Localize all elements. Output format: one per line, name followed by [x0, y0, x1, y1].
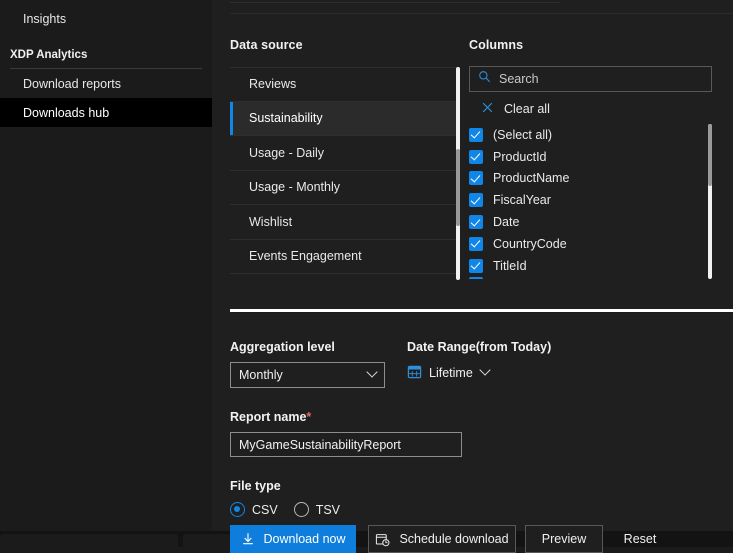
data-source-item-label: Usage - Monthly [249, 180, 341, 195]
data-source-item[interactable]: Usage - Monthly [230, 171, 460, 205]
columns-title: Columns [469, 38, 524, 52]
file-type-group: File type CSV TSV [230, 479, 730, 517]
checkbox-checked-icon[interactable] [469, 127, 483, 142]
data-source-item[interactable]: Wishlist [230, 205, 460, 240]
checkbox-checked-icon[interactable] [469, 149, 483, 164]
reset-label: Reset [623, 532, 657, 546]
clear-all-button[interactable]: Clear all [469, 99, 601, 119]
sidebar-section-xdp-analytics: XDP Analytics [0, 42, 212, 68]
column-checkbox-row[interactable]: ProductName [469, 168, 712, 190]
report-name-value: MyGameSustainabilityReport [239, 437, 401, 452]
checkbox-checked-icon[interactable] [469, 276, 483, 279]
aggregation-level-label: Aggregation level [230, 340, 335, 354]
calendar-icon [407, 364, 422, 382]
checkbox-checked-icon[interactable] [469, 215, 483, 230]
action-button-bar: Download now Schedule download Preview R… [230, 525, 671, 553]
sidebar-item-label: Downloads hub [23, 105, 110, 120]
data-source-title: Data source [230, 38, 303, 52]
data-source-item[interactable]: Events Engagement [230, 240, 460, 274]
sidebar-item-download-reports[interactable]: Download reports [0, 69, 212, 98]
sidebar-item-insights[interactable]: Insights [0, 4, 212, 33]
column-label: TitleId [493, 258, 527, 273]
data-source-scrollbar-thumb[interactable] [456, 149, 460, 226]
report-name-group: Report name* MyGameSustainabilityReport [230, 410, 730, 457]
checkbox-checked-icon[interactable] [469, 193, 483, 208]
column-checkbox-row[interactable]: CountryCode [469, 233, 712, 255]
column-label: FiscalYear [493, 193, 551, 208]
aggregation-level-select[interactable]: Monthly [230, 362, 385, 388]
file-type-label-csv: CSV [252, 502, 278, 517]
aggregation-level-value: Monthly [239, 368, 283, 382]
checkbox-checked-icon[interactable] [469, 258, 483, 273]
calendar-clock-icon [375, 532, 390, 547]
column-checkbox-row[interactable]: (Select all) [469, 124, 712, 146]
column-checkbox-row[interactable]: Date [469, 211, 712, 233]
column-label: CountryCode [493, 236, 567, 251]
sidebar: Insights XDP Analytics Download reports … [0, 0, 212, 531]
report-name-input[interactable]: MyGameSustainabilityReport [230, 432, 462, 457]
search-icon [478, 70, 491, 88]
column-checkbox-row[interactable]: TitleId [469, 255, 712, 277]
close-x-icon [481, 101, 494, 117]
data-source-item-label: Wishlist [249, 214, 293, 229]
preview-button[interactable]: Preview [525, 525, 603, 553]
chevron-down-icon [479, 364, 491, 376]
download-now-label: Download now [263, 532, 346, 546]
schedule-download-label: Schedule download [399, 532, 509, 546]
data-source-item-label: Reviews [249, 77, 297, 92]
preview-label: Preview [541, 532, 587, 546]
data-source-item[interactable]: Reviews [230, 67, 460, 102]
main-panel: Data source Reviews Sustainability Usage… [212, 0, 733, 531]
reset-button[interactable]: Reset [609, 525, 671, 553]
columns-list: (Select all) ProductId ProductName Fisca… [469, 124, 712, 279]
data-source-item-label: Events Engagement [249, 249, 362, 264]
sidebar-section-label: XDP Analytics [10, 49, 88, 61]
column-label: (Select all) [493, 127, 553, 142]
file-type-label-tsv: TSV [315, 502, 341, 517]
sidebar-item-label: Insights [23, 11, 67, 26]
columns-scrollbar-thumb[interactable] [708, 124, 712, 186]
column-label: Date [493, 215, 520, 230]
column-checkbox-row[interactable]: FiscalYear [469, 189, 712, 211]
data-source-item[interactable]: Usage - Daily [230, 136, 460, 171]
file-type-radio-csv[interactable]: CSV [230, 502, 278, 517]
columns-search-placeholder: Search [499, 72, 539, 86]
report-name-label-text: Report name [230, 410, 307, 424]
top-divider-2 [230, 13, 733, 14]
column-label: ProductName [493, 171, 570, 186]
top-divider-1 [230, 2, 560, 3]
download-icon [241, 532, 255, 546]
data-source-section: Data source Reviews Sustainability Usage… [230, 38, 460, 280]
chevron-down-icon [366, 366, 378, 378]
checkbox-checked-icon[interactable] [469, 171, 483, 186]
radio-selected-icon[interactable] [230, 502, 245, 517]
report-name-label: Report name* [230, 410, 730, 424]
column-label: ProductId [493, 149, 547, 164]
checkbox-checked-icon[interactable] [469, 236, 483, 251]
data-source-item-label: Usage - Daily [249, 145, 325, 160]
data-source-item-selected[interactable]: Sustainability [230, 101, 460, 136]
data-source-item-label: Sustainability [249, 111, 323, 126]
sidebar-item-label: Download reports [23, 76, 121, 91]
clear-all-label: Clear all [504, 102, 550, 116]
section-divider [230, 309, 733, 312]
column-checkbox-row-partial[interactable] [469, 276, 712, 279]
date-range-group: Date Range(from Today) Lifetime [407, 340, 607, 382]
radio-unselected-icon[interactable] [293, 502, 309, 517]
report-form: Aggregation level Monthly Date Range(fro… [230, 340, 730, 517]
date-range-value: Lifetime [429, 366, 473, 380]
columns-section: Columns Search Clear all (Select all) Pr… [469, 38, 717, 279]
date-range-label: Date Range(from Today) [407, 340, 552, 354]
data-source-list: Reviews Sustainability Usage - Daily Usa… [230, 67, 460, 280]
date-range-picker[interactable]: Lifetime [407, 364, 512, 382]
file-type-radio-tsv[interactable]: TSV [293, 502, 341, 517]
sidebar-item-downloads-hub[interactable]: Downloads hub [0, 98, 212, 127]
columns-search-input[interactable]: Search [469, 66, 712, 92]
column-checkbox-row[interactable]: ProductId [469, 146, 712, 168]
schedule-download-button[interactable]: Schedule download [368, 525, 516, 553]
file-type-label: File type [230, 479, 281, 493]
download-now-button[interactable]: Download now [230, 525, 356, 553]
required-marker: * [306, 410, 312, 424]
aggregation-level-group: Aggregation level Monthly [230, 340, 400, 388]
